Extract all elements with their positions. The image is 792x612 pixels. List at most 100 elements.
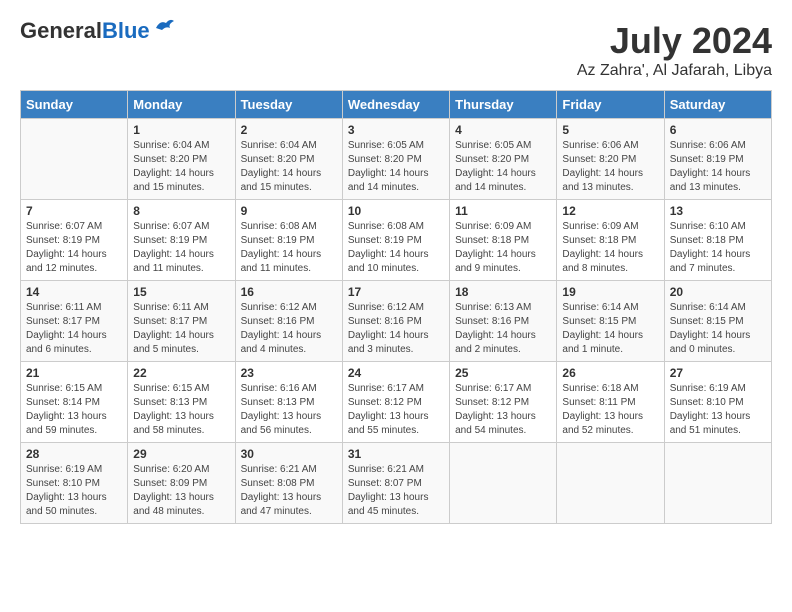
day-info: Sunrise: 6:12 AMSunset: 8:16 PMDaylight:… [348, 301, 444, 357]
calendar-cell: 13 Sunrise: 6:10 AMSunset: 8:18 PMDayligh… [664, 200, 771, 281]
day-info: Sunrise: 6:16 AMSunset: 8:13 PMDaylight:… [241, 382, 337, 438]
calendar-cell: 2Sunrise: 6:04 AMSunset: 8:20 PMDaylight… [235, 119, 342, 200]
day-number: 20 [670, 285, 766, 299]
day-info: Sunrise: 6:09 AMSunset: 8:18 PMDaylight:… [455, 220, 551, 276]
calendar-table: SundayMondayTuesdayWednesdayThursdayFrid… [20, 90, 772, 524]
week-row-1: 1 Sunrise: 6:04 AMSunset: 8:20 PMDaylight… [21, 119, 772, 200]
day-number: 1 [133, 123, 229, 137]
day-of-week-thursday: Thursday [450, 91, 557, 119]
title-block: July 2024 Az Zahra', Al Jafarah, Libya [577, 20, 772, 80]
day-number: 3 [348, 123, 444, 137]
calendar-body: 1 Sunrise: 6:04 AMSunset: 8:20 PMDaylight… [21, 119, 772, 524]
calendar-cell: 24Sunrise: 6:17 AMSunset: 8:12 PMDayligh… [342, 362, 449, 443]
day-info: Sunrise: 6:09 AMSunset: 8:18 PMDaylight:… [562, 220, 658, 276]
day-of-week-monday: Monday [128, 91, 235, 119]
day-number: 16 [241, 285, 337, 299]
day-info: Sunrise: 6:14 AMSunset: 8:15 PMDaylight:… [670, 301, 766, 357]
day-info: Sunrise: 6:14 AMSunset: 8:15 PMDaylight:… [562, 301, 658, 357]
calendar-cell: 30 Sunrise: 6:21 AMSunset: 8:08 PMDayligh… [235, 443, 342, 524]
day-info: Sunrise: 6:20 AMSunset: 8:09 PMDaylight:… [133, 463, 229, 519]
day-number: 7 [26, 204, 122, 218]
day-info: Sunrise: 6:12 AMSunset: 8:16 PMDaylight:… [241, 301, 337, 357]
day-number: 9 [241, 204, 337, 218]
calendar-cell: 12Sunrise: 6:09 AMSunset: 8:18 PMDayligh… [557, 200, 664, 281]
week-row-3: 14 Sunrise: 6:11 AMSunset: 8:17 PMDayligh… [21, 281, 772, 362]
day-info: Sunrise: 6:05 AMSunset: 8:20 PMDaylight:… [455, 139, 551, 195]
calendar-cell: 16 Sunrise: 6:12 AMSunset: 8:16 PMDayligh… [235, 281, 342, 362]
calendar-cell [450, 443, 557, 524]
day-info: Sunrise: 6:04 AMSunset: 8:20 PMDaylight:… [241, 139, 337, 195]
day-number: 10 [348, 204, 444, 218]
calendar-cell: 1 Sunrise: 6:04 AMSunset: 8:20 PMDaylight… [128, 119, 235, 200]
calendar-cell: 31 Sunrise: 6:21 AMSunset: 8:07 PMDayligh… [342, 443, 449, 524]
calendar-cell: 29Sunrise: 6:20 AMSunset: 8:09 PMDayligh… [128, 443, 235, 524]
day-info: Sunrise: 6:21 AMSunset: 8:08 PMDaylight:… [241, 463, 337, 519]
day-number: 27 [670, 366, 766, 380]
week-row-5: 28Sunrise: 6:19 AMSunset: 8:10 PMDayligh… [21, 443, 772, 524]
day-of-week-sunday: Sunday [21, 91, 128, 119]
day-number: 19 [562, 285, 658, 299]
day-number: 31 [348, 447, 444, 461]
day-info: Sunrise: 6:07 AMSunset: 8:19 PMDaylight:… [26, 220, 122, 276]
day-number: 14 [26, 285, 122, 299]
calendar-cell: 25 Sunrise: 6:17 AMSunset: 8:12 PMDayligh… [450, 362, 557, 443]
week-row-4: 21Sunrise: 6:15 AMSunset: 8:14 PMDayligh… [21, 362, 772, 443]
calendar-cell: 11Sunrise: 6:09 AMSunset: 8:18 PMDayligh… [450, 200, 557, 281]
day-number: 15 [133, 285, 229, 299]
day-info: Sunrise: 6:06 AMSunset: 8:19 PMDaylight:… [670, 139, 766, 195]
day-of-week-friday: Friday [557, 91, 664, 119]
calendar-cell: 20 Sunrise: 6:14 AMSunset: 8:15 PMDayligh… [664, 281, 771, 362]
day-info: Sunrise: 6:15 AMSunset: 8:13 PMDaylight:… [133, 382, 229, 438]
day-number: 26 [562, 366, 658, 380]
day-number: 22 [133, 366, 229, 380]
week-row-2: 7 Sunrise: 6:07 AMSunset: 8:19 PMDaylight… [21, 200, 772, 281]
days-of-week-row: SundayMondayTuesdayWednesdayThursdayFrid… [21, 91, 772, 119]
bird-icon [154, 18, 176, 36]
day-number: 21 [26, 366, 122, 380]
day-number: 28 [26, 447, 122, 461]
logo-general: General [20, 18, 102, 43]
calendar-cell: 23 Sunrise: 6:16 AMSunset: 8:13 PMDayligh… [235, 362, 342, 443]
day-number: 5 [562, 123, 658, 137]
day-of-week-tuesday: Tuesday [235, 91, 342, 119]
day-info: Sunrise: 6:11 AMSunset: 8:17 PMDaylight:… [133, 301, 229, 357]
calendar-cell: 14 Sunrise: 6:11 AMSunset: 8:17 PMDayligh… [21, 281, 128, 362]
calendar-cell: 8Sunrise: 6:07 AMSunset: 8:19 PMDaylight… [128, 200, 235, 281]
calendar-cell [664, 443, 771, 524]
day-number: 4 [455, 123, 551, 137]
day-info: Sunrise: 6:13 AMSunset: 8:16 PMDaylight:… [455, 301, 551, 357]
page-header: GeneralBlue July 2024 Az Zahra', Al Jafa… [20, 20, 772, 80]
day-info: Sunrise: 6:11 AMSunset: 8:17 PMDaylight:… [26, 301, 122, 357]
calendar-cell [21, 119, 128, 200]
day-info: Sunrise: 6:08 AMSunset: 8:19 PMDaylight:… [241, 220, 337, 276]
day-info: Sunrise: 6:10 AMSunset: 8:18 PMDaylight:… [670, 220, 766, 276]
day-info: Sunrise: 6:05 AMSunset: 8:20 PMDaylight:… [348, 139, 444, 195]
calendar-cell: 21Sunrise: 6:15 AMSunset: 8:14 PMDayligh… [21, 362, 128, 443]
location-subtitle: Az Zahra', Al Jafarah, Libya [577, 62, 772, 80]
logo: GeneralBlue [20, 20, 176, 42]
day-info: Sunrise: 6:06 AMSunset: 8:20 PMDaylight:… [562, 139, 658, 195]
day-info: Sunrise: 6:18 AMSunset: 8:11 PMDaylight:… [562, 382, 658, 438]
day-number: 13 [670, 204, 766, 218]
day-info: Sunrise: 6:17 AMSunset: 8:12 PMDaylight:… [455, 382, 551, 438]
day-number: 6 [670, 123, 766, 137]
day-number: 23 [241, 366, 337, 380]
day-number: 8 [133, 204, 229, 218]
calendar-cell: 6 Sunrise: 6:06 AMSunset: 8:19 PMDaylight… [664, 119, 771, 200]
day-number: 18 [455, 285, 551, 299]
day-number: 17 [348, 285, 444, 299]
calendar-cell: 18 Sunrise: 6:13 AMSunset: 8:16 PMDayligh… [450, 281, 557, 362]
day-info: Sunrise: 6:21 AMSunset: 8:07 PMDaylight:… [348, 463, 444, 519]
calendar-cell: 7 Sunrise: 6:07 AMSunset: 8:19 PMDaylight… [21, 200, 128, 281]
day-number: 30 [241, 447, 337, 461]
calendar-cell [557, 443, 664, 524]
calendar-cell: 9 Sunrise: 6:08 AMSunset: 8:19 PMDaylight… [235, 200, 342, 281]
calendar-cell: 3 Sunrise: 6:05 AMSunset: 8:20 PMDaylight… [342, 119, 449, 200]
calendar-header: SundayMondayTuesdayWednesdayThursdayFrid… [21, 91, 772, 119]
logo-blue: Blue [102, 18, 150, 43]
day-info: Sunrise: 6:04 AMSunset: 8:20 PMDaylight:… [133, 139, 229, 195]
day-number: 25 [455, 366, 551, 380]
calendar-cell: 15 Sunrise: 6:11 AMSunset: 8:17 PMDayligh… [128, 281, 235, 362]
calendar-cell: 10Sunrise: 6:08 AMSunset: 8:19 PMDayligh… [342, 200, 449, 281]
day-of-week-saturday: Saturday [664, 91, 771, 119]
